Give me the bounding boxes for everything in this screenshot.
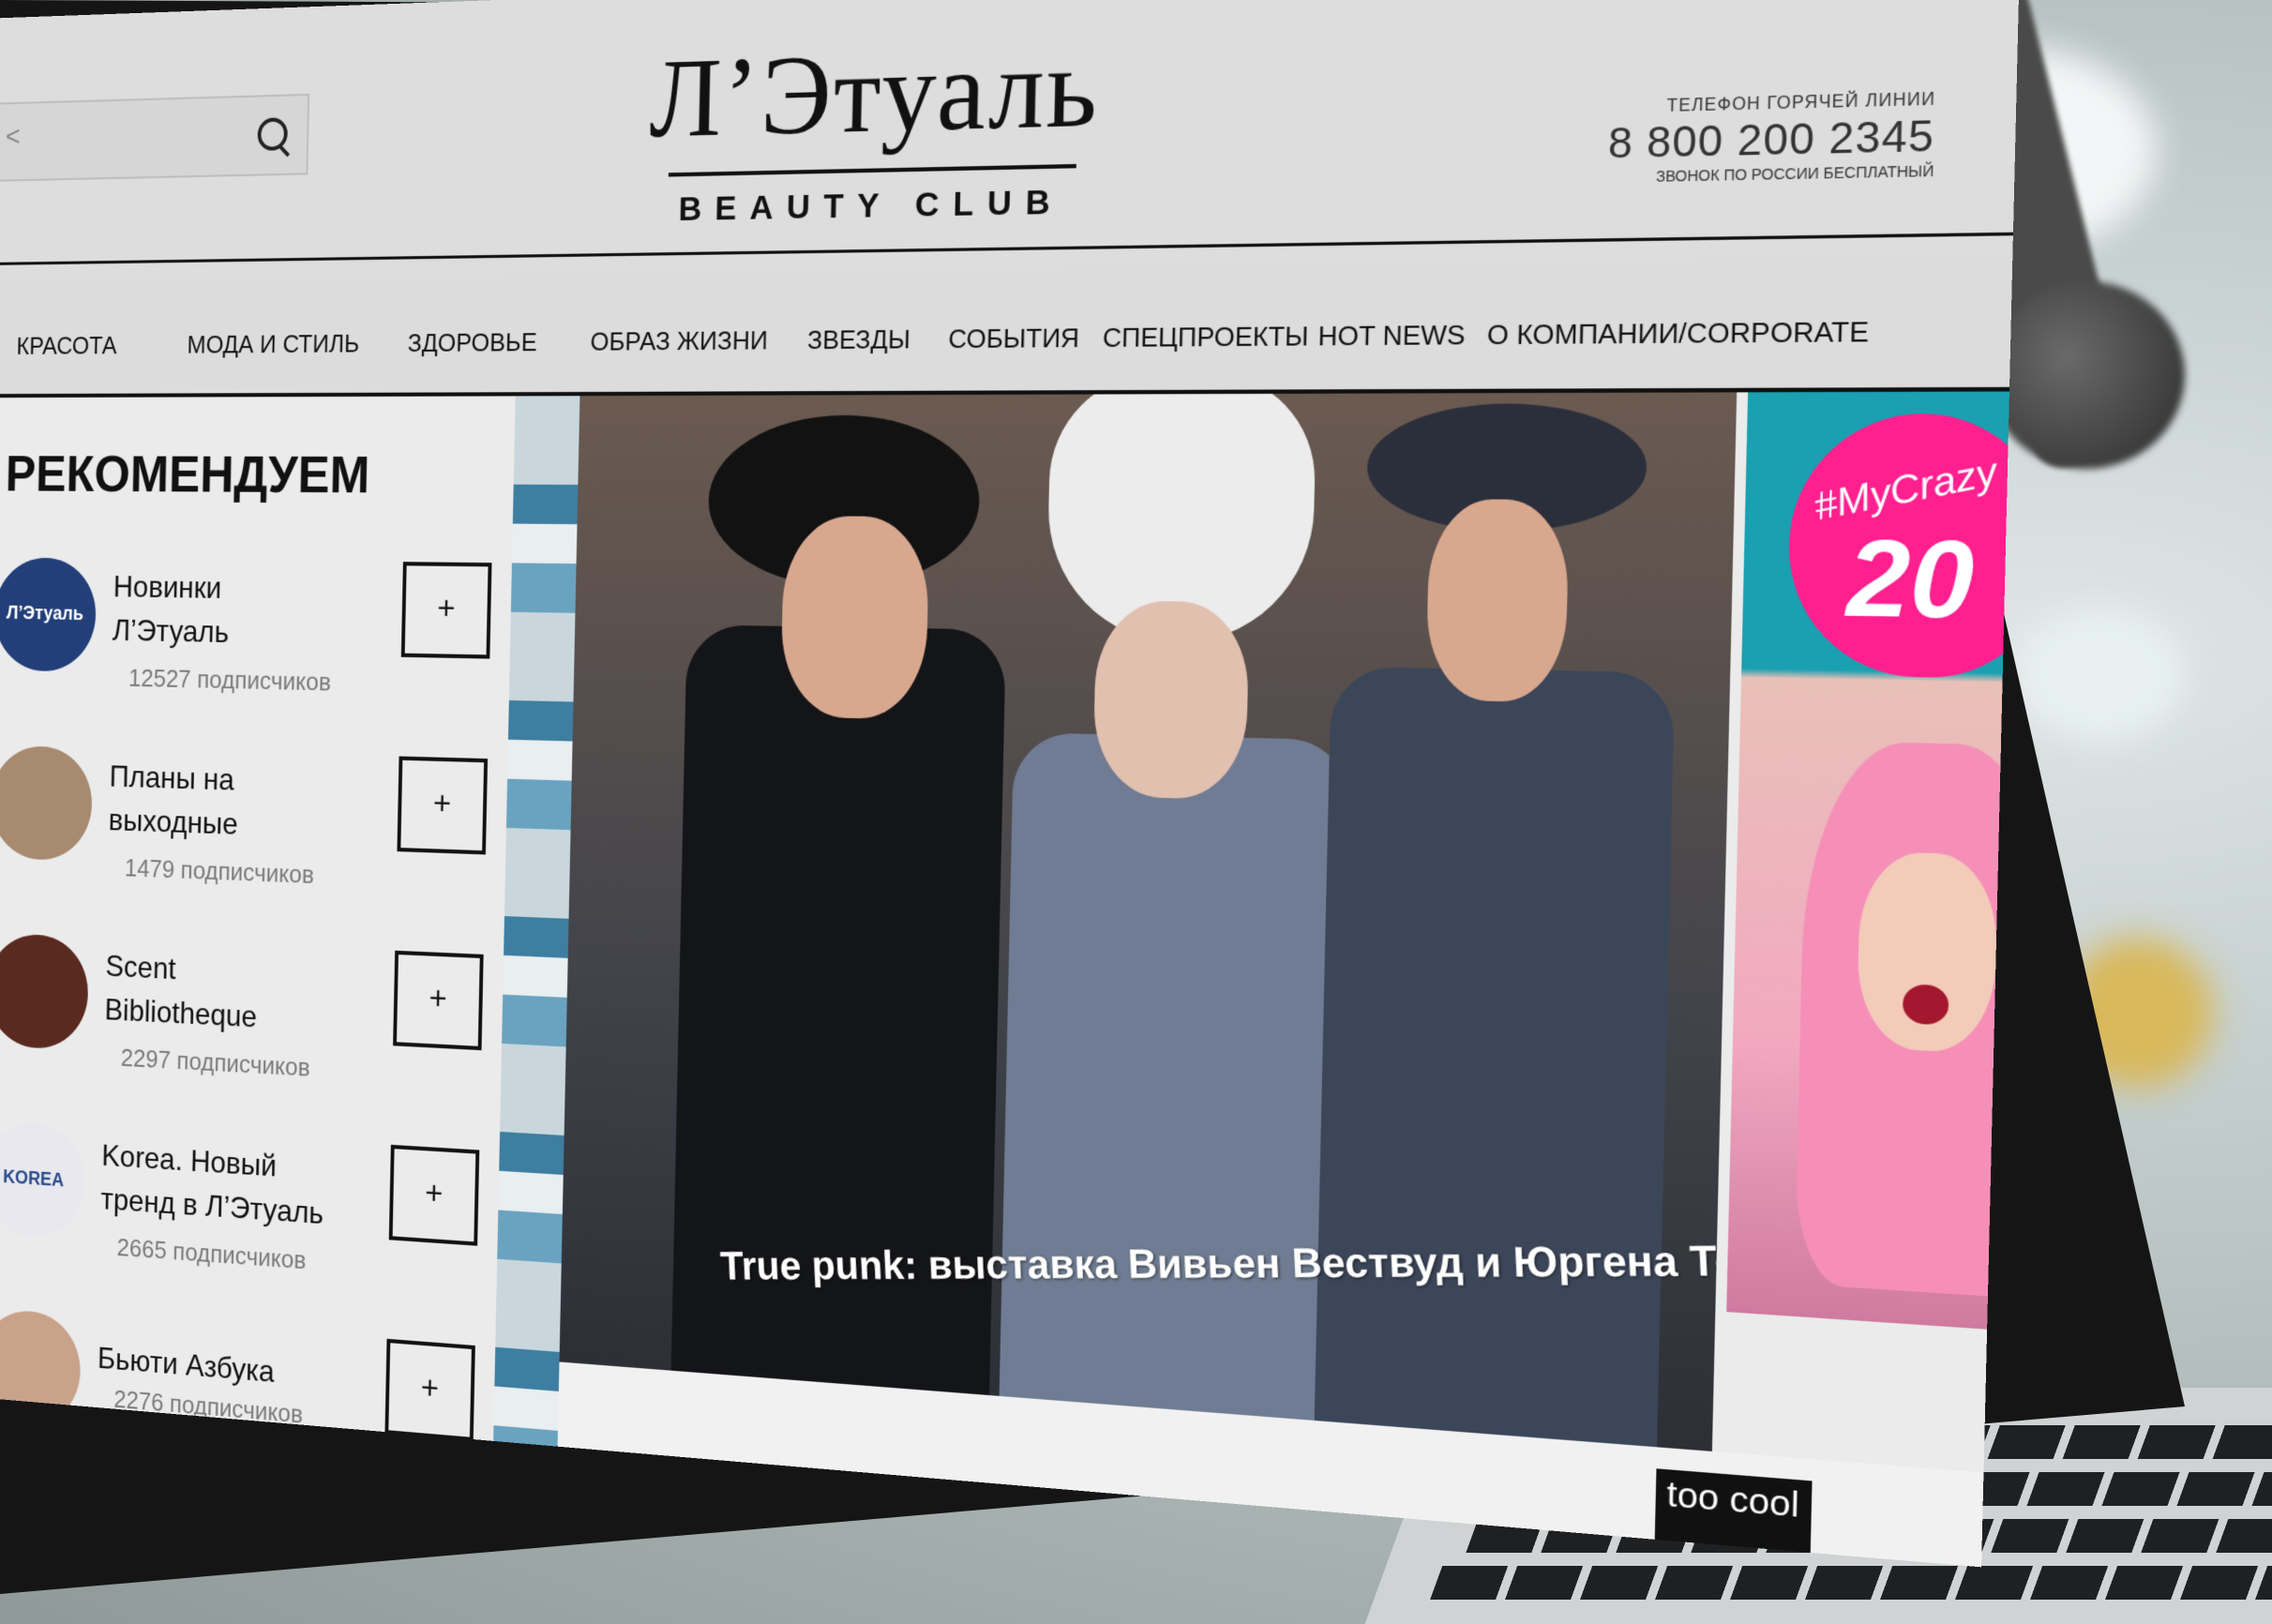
avatar: KOREA [0,1120,85,1240]
nav-item-hot-news[interactable]: HOT NEWS [1317,319,1466,353]
search-box[interactable]: < [0,94,309,182]
hero-photo-face [1092,600,1250,800]
hero-article[interactable]: True punk: выставка Вивьен Вествуд и Юрг… [560,392,1738,1451]
recommend-item-name[interactable]: Scent Bibliotheque [104,943,332,1043]
nav-item-beauty[interactable]: КРАСОТА [16,331,117,361]
screen-perspective: < Л’Этуаль BEAUTY CLUB ТЕЛЕФОН ГОРЯЧЕЙ Л… [0,0,2272,1624]
avatar [0,933,89,1051]
avatar: Л’Этуаль [0,557,97,671]
too-cool-badge[interactable]: too cool [1654,1468,1812,1567]
recommend-item[interactable]: Scent Bibliotheque 2297 подписчиков + [0,933,494,1132]
subscriber-count: 2297 подписчиков [121,1043,310,1083]
hero-photo-figure [1314,667,1675,1451]
header-divider [0,233,2013,265]
subscribe-button[interactable]: + [384,1339,474,1441]
promo-number: 20 [1845,517,1976,644]
recommend-item-name[interactable]: Новинки Л’Этуаль [112,564,340,656]
logo-divider [669,164,1076,177]
main-nav: КРАСОТА МОДА И СТИЛЬ ЗДОРОВЬЕ ОБРАЗ ЖИЗН… [0,265,2012,375]
logo-subtitle: BEAUTY CLUB [602,181,1147,231]
hero-caption[interactable]: True punk: выставка Вивьен Вествуд и Юрг… [719,1237,1737,1289]
avatar-logo-text: KOREA [0,1165,84,1194]
subscribe-button[interactable]: + [389,1145,480,1246]
subscribe-button[interactable]: + [393,951,484,1050]
nav-item-events[interactable]: СОБЫТИЯ [948,323,1079,355]
hero-photo-figure [999,732,1350,1433]
recommend-title: РЕКОМЕНДУЕМ [5,444,370,505]
logo-wordmark: Л’Этуаль [604,28,1151,157]
hotline-block: ТЕЛЕФОН ГОРЯЧЕЙ ЛИНИИ 8 800 200 2345 ЗВО… [1607,91,1936,187]
subscribe-button[interactable]: + [401,562,492,658]
subscriber-count: 12527 подписчиков [128,663,331,697]
nav-item-special[interactable]: СПЕЦПРОЕКТЫ [1103,321,1310,354]
promo-banner[interactable]: #MyCrazy 20 [1726,391,2020,1331]
search-input[interactable]: < [6,121,21,154]
nav-item-lifestyle[interactable]: ОБРАЗ ЖИЗНИ [590,325,768,357]
website-screen: < Л’Этуаль BEAUTY CLUB ТЕЛЕФОН ГОРЯЧЕЙ Л… [0,0,2020,1567]
recommend-item[interactable]: Планы на выходные 1479 подписчиков + [0,745,499,936]
hotline-number[interactable]: 8 800 200 2345 [1607,113,1935,169]
nav-item-fashion[interactable]: МОДА И СТИЛЬ [187,329,359,360]
promo-bubble: #MyCrazy 20 [1786,414,2021,680]
avatar [0,745,93,862]
recommend-item-name[interactable]: Korea. Новый тренд в Л’Этуаль [100,1133,328,1236]
main-content: РЕКОМЕНДУЕМ Л’Этуаль Новинки Л’Этуаль 12… [0,392,2009,1568]
nav-item-corporate[interactable]: О КОМПАНИИ/CORPORATE [1486,315,1869,352]
avatar-logo-text: Л’Этуаль [0,602,96,625]
recommend-item[interactable]: Л’Этуаль Новинки Л’Этуаль 12527 подписчи… [0,557,503,739]
subscribe-button[interactable]: + [397,757,488,855]
search-icon[interactable] [257,117,288,151]
nav-item-health[interactable]: ЗДОРОВЬЕ [407,327,537,358]
subscriber-count: 1479 подписчиков [125,853,315,890]
site-header: < Л’Этуаль BEAUTY CLUB ТЕЛЕФОН ГОРЯЧЕЙ Л… [0,0,2020,281]
subscriber-count: 2665 подписчиков [116,1233,306,1276]
hero-photo-face [780,516,930,720]
recommend-item[interactable]: KOREA Korea. Новый тренд в Л’Этуаль 2665… [0,1120,490,1327]
nav-item-stars[interactable]: ЗВЕЗДЫ [807,323,910,355]
recommend-item-name[interactable]: Планы на выходные [108,754,336,850]
avatar [0,1307,82,1428]
recommend-item[interactable]: Бьюти Азбука 2276 подписчиков + [0,1307,487,1522]
hero-photo-face [1425,499,1570,702]
brand-logo[interactable]: Л’Этуаль BEAUTY CLUB [602,28,1150,231]
